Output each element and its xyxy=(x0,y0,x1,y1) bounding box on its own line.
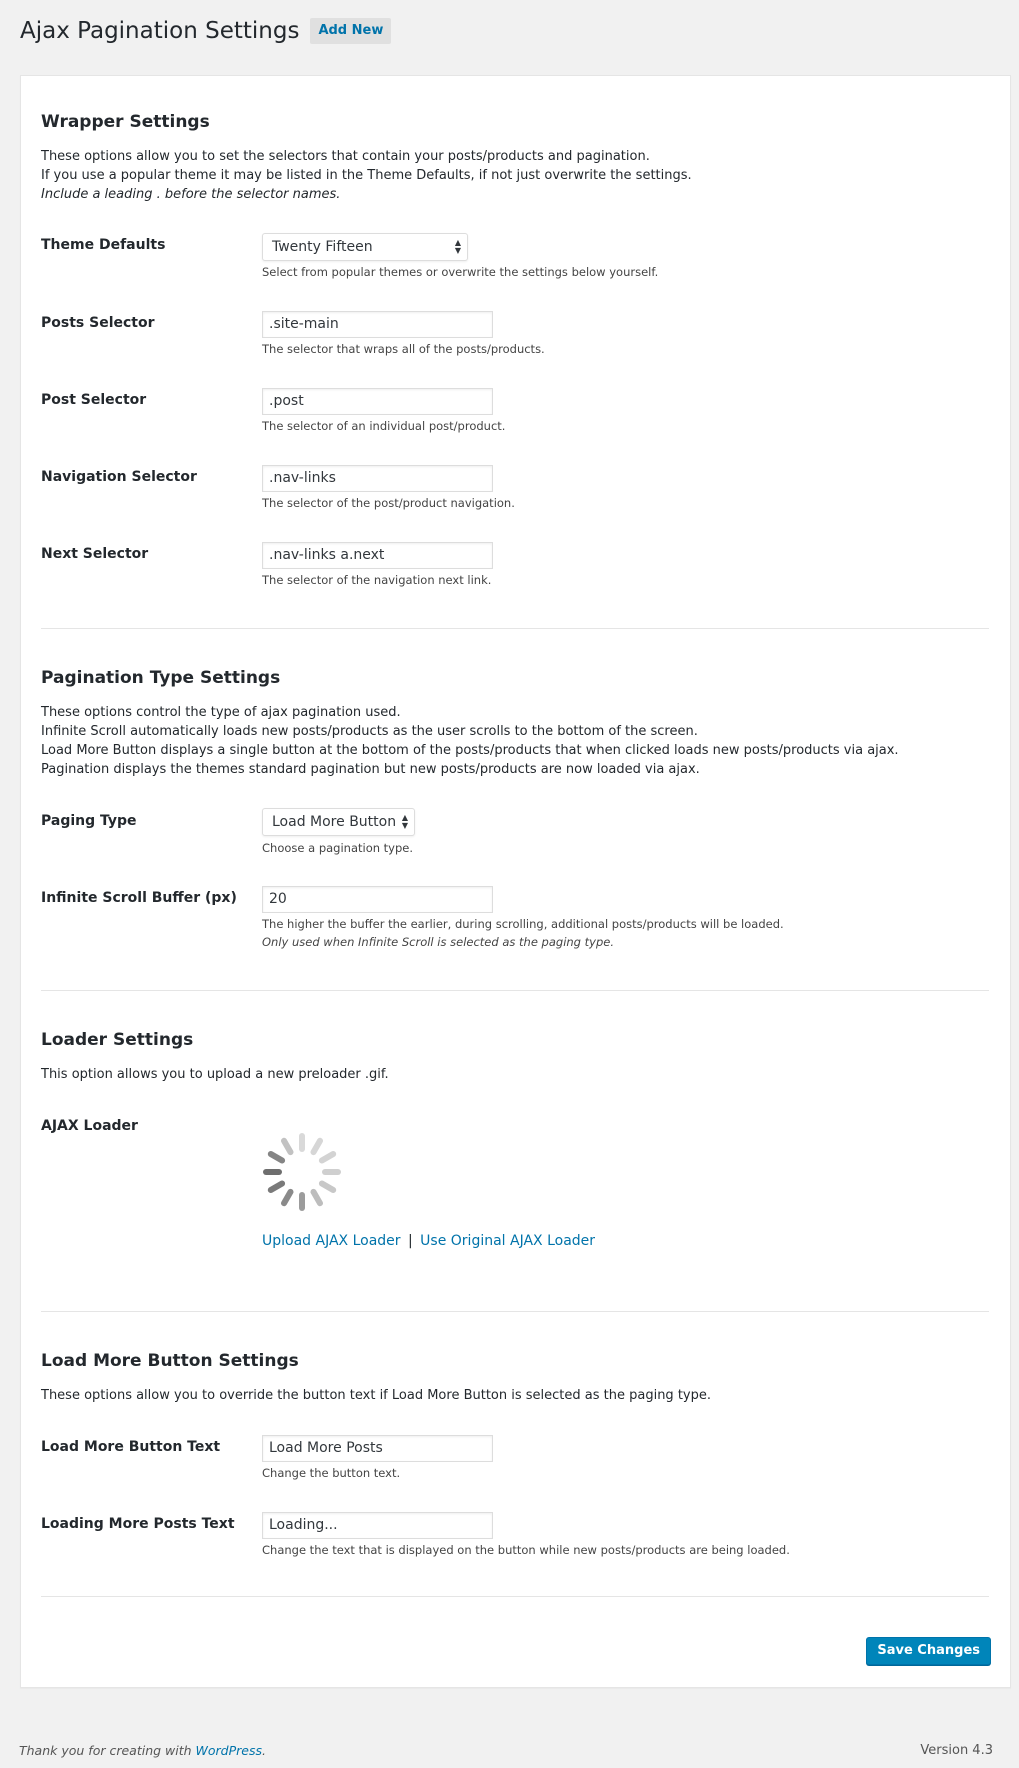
upload-ajax-loader-link[interactable]: Upload AJAX Loader xyxy=(262,1233,401,1249)
loader-settings-title: Loader Settings xyxy=(41,1030,194,1050)
save-changes-button[interactable]: Save Changes xyxy=(866,1637,991,1665)
loading-text-label: Loading More Posts Text xyxy=(41,1516,235,1532)
loading-text-input[interactable]: Loading... xyxy=(262,1512,493,1539)
posts-selector-help: The selector that wraps all of the posts… xyxy=(262,342,545,356)
theme-defaults-label: Theme Defaults xyxy=(41,237,166,253)
scroll-buffer-help: The higher the buffer the earlier, durin… xyxy=(262,917,784,931)
loading-text-help: Change the text that is displayed on the… xyxy=(262,1543,790,1557)
posts-selector-input[interactable]: .site-main xyxy=(262,311,493,338)
wrapper-desc-line-3: Include a leading . before the selector … xyxy=(41,187,341,202)
footer-version: Version 4.3 xyxy=(920,1743,993,1758)
loader-desc-text: This option allows you to upload a new p… xyxy=(41,1067,389,1082)
spinner-icon xyxy=(263,1133,341,1211)
pagination-desc-line-4: Pagination displays the themes standard … xyxy=(41,762,700,777)
select-arrows-icon: ▲ ▼ xyxy=(454,238,461,255)
paging-type-select[interactable]: Load More Button ▲ ▼ xyxy=(262,808,415,836)
add-new-button[interactable]: Add New xyxy=(310,18,392,44)
theme-defaults-help: Select from popular themes or overwrite … xyxy=(262,265,659,279)
wrapper-desc-line-1: These options allow you to set the selec… xyxy=(41,149,650,164)
load-more-text-help: Change the button text. xyxy=(262,1466,401,1480)
wrapper-settings-description: These options allow you to set the selec… xyxy=(41,147,692,204)
page-title: Ajax Pagination Settings xyxy=(20,18,300,44)
next-selector-label: Next Selector xyxy=(41,546,149,562)
load-more-desc-text: These options allow you to override the … xyxy=(41,1388,711,1403)
page-header: Ajax Pagination Settings Add New xyxy=(20,16,392,46)
navigation-selector-label: Navigation Selector xyxy=(41,469,197,485)
settings-panel: Wrapper Settings These options allow you… xyxy=(20,75,1011,1688)
wrapper-settings-title: Wrapper Settings xyxy=(41,112,210,132)
posts-selector-label: Posts Selector xyxy=(41,315,155,331)
theme-defaults-value: Twenty Fifteen xyxy=(272,239,373,255)
link-separator: | xyxy=(408,1233,413,1249)
load-more-settings-title: Load More Button Settings xyxy=(41,1351,299,1371)
navigation-selector-help: The selector of the post/product navigat… xyxy=(262,496,515,510)
scroll-buffer-label: Infinite Scroll Buffer (px) xyxy=(41,890,237,906)
paging-type-help: Choose a pagination type. xyxy=(262,841,414,855)
pagination-desc-line-3: Load More Button displays a single butto… xyxy=(41,743,899,758)
pagination-desc-line-1: These options control the type of ajax p… xyxy=(41,705,401,720)
loader-links: Upload AJAX Loader | Use Original AJAX L… xyxy=(262,1233,595,1249)
footer-thanks-suffix: . xyxy=(262,1743,266,1758)
paging-type-value: Load More Button xyxy=(272,814,397,830)
scroll-buffer-note: Only used when Infinite Scroll is select… xyxy=(262,935,614,949)
pagination-desc-line-2: Infinite Scroll automatically loads new … xyxy=(41,724,698,739)
use-original-ajax-loader-link[interactable]: Use Original AJAX Loader xyxy=(420,1233,595,1249)
wordpress-link[interactable]: WordPress xyxy=(196,1743,262,1758)
section-divider xyxy=(41,990,989,991)
next-selector-input[interactable]: .nav-links a.next xyxy=(262,542,493,569)
select-arrows-icon: ▲ ▼ xyxy=(401,813,408,830)
ajax-loader-label: AJAX Loader xyxy=(41,1118,138,1134)
loader-settings-description: This option allows you to upload a new p… xyxy=(41,1065,389,1084)
section-divider xyxy=(41,1311,989,1312)
footer-thanks-text: Thank you for creating with xyxy=(19,1743,196,1758)
footer-credit: Thank you for creating with WordPress. xyxy=(19,1743,266,1758)
wrapper-desc-line-2: If you use a popular theme it may be lis… xyxy=(41,168,692,183)
pagination-settings-title: Pagination Type Settings xyxy=(41,668,281,688)
post-selector-input[interactable]: .post xyxy=(262,388,493,415)
load-more-settings-description: These options allow you to override the … xyxy=(41,1386,711,1405)
post-selector-label: Post Selector xyxy=(41,392,147,408)
scroll-buffer-input[interactable]: 20 xyxy=(262,886,493,913)
section-divider xyxy=(41,628,989,629)
load-more-text-label: Load More Button Text xyxy=(41,1439,221,1455)
post-selector-help: The selector of an individual post/produ… xyxy=(262,419,506,433)
navigation-selector-input[interactable]: .nav-links xyxy=(262,465,493,492)
next-selector-help: The selector of the navigation next link… xyxy=(262,573,492,587)
section-divider xyxy=(41,1596,989,1597)
pagination-settings-description: These options control the type of ajax p… xyxy=(41,703,899,779)
theme-defaults-select[interactable]: Twenty Fifteen ▲ ▼ xyxy=(262,233,468,261)
load-more-text-input[interactable]: Load More Posts xyxy=(262,1435,493,1462)
paging-type-label: Paging Type xyxy=(41,813,137,829)
